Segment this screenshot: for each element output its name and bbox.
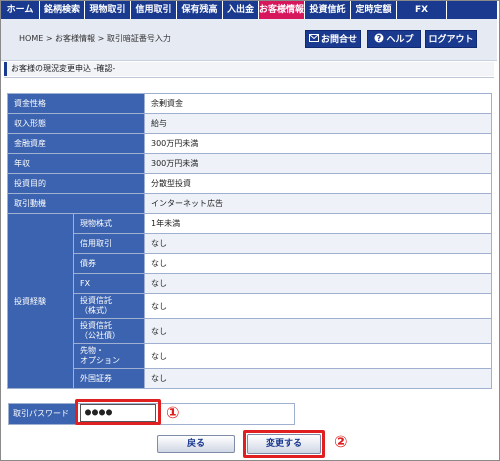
- contact-label: お問合せ: [320, 35, 357, 45]
- nav-item-stock-search[interactable]: 銘柄検索: [40, 1, 85, 19]
- table-row: 投資目的 分散型投資: [7, 173, 492, 194]
- section-divider: [4, 77, 494, 78]
- row-value: 300万円未満: [144, 133, 492, 154]
- experience-item-value: なし: [144, 273, 492, 294]
- row-label: 年収: [7, 153, 145, 174]
- contact-button[interactable]: お問合せ: [305, 30, 361, 48]
- table-row: 資金性格 余剰資金: [7, 93, 492, 114]
- table-row: 投資信託 （株式） なし: [8, 293, 492, 319]
- experience-item-label: 債券: [73, 253, 145, 274]
- top-nav: ホーム 銘柄検索 現物取引 信用取引 保有残高 入出金 お客様情報 投資信託 定…: [1, 1, 497, 19]
- step-2-marker: ②: [334, 432, 348, 451]
- row-label: 資金性格: [7, 93, 145, 114]
- step-1-marker: ①: [166, 403, 180, 422]
- table-row: 取引動機 インターネット広告: [7, 193, 492, 214]
- experience-item-value: なし: [144, 293, 492, 319]
- experience-item-value: なし: [144, 368, 492, 389]
- table-row: 投資経験 現物株式 1年未満: [7, 213, 492, 389]
- password-highlight: [75, 399, 161, 425]
- row-label: 取引動機: [7, 193, 145, 214]
- customer-info-table: 資金性格 余剰資金 収入形態 給与 金融資産 300万円未満 年収 300万円未…: [7, 93, 492, 389]
- help-icon: ?: [374, 33, 384, 43]
- experience-label: 投資経験: [7, 213, 74, 389]
- trade-password-label: 取引パスワード: [9, 404, 75, 424]
- nav-item-holdings[interactable]: 保有残高: [177, 1, 223, 19]
- experience-item-label: 外国証券: [73, 368, 145, 389]
- table-row: 投資信託 （公社債） なし: [8, 318, 492, 344]
- row-value: 余剰資金: [144, 93, 492, 114]
- row-value: 給与: [144, 113, 492, 134]
- breadcrumb: HOME > お客様情報 > 取引暗証番号入力: [19, 34, 171, 43]
- table-row: 収入形態 給与: [7, 113, 492, 134]
- experience-item-value: なし: [144, 343, 492, 369]
- submit-highlight: [243, 430, 325, 458]
- row-value: 分散型投資: [144, 173, 492, 194]
- experience-item-label: 信用取引: [73, 233, 145, 254]
- row-value: インターネット広告: [144, 193, 492, 214]
- row-label: 金融資産: [7, 133, 145, 154]
- row-value: 300万円未満: [144, 153, 492, 174]
- svg-text:?: ?: [377, 34, 382, 43]
- back-button[interactable]: 戻る: [157, 435, 235, 453]
- experience-item-value: なし: [144, 253, 492, 274]
- help-label: ヘルプ: [386, 35, 414, 45]
- nav-item-spot-trading[interactable]: 現物取引: [85, 1, 131, 19]
- row-label: 収入形態: [7, 113, 145, 134]
- row-label: 投資目的: [7, 173, 145, 194]
- nav-item-fixed-amount[interactable]: 定時定額: [351, 1, 397, 19]
- table-row: 年収 300万円未満: [7, 153, 492, 174]
- experience-item-value: なし: [144, 318, 492, 344]
- experience-item-value: なし: [144, 233, 492, 254]
- mail-icon: [308, 34, 319, 42]
- experience-item-value: 1年未満: [144, 213, 492, 234]
- header-bar: HOME > お客様情報 > 取引暗証番号入力 お問合せ ? ヘルプ ログアウト: [1, 19, 497, 61]
- table-row: 信用取引 なし: [8, 233, 492, 254]
- experience-item-label: 現物株式: [73, 213, 145, 234]
- nav-item-customer-info[interactable]: お客様情報: [259, 1, 305, 19]
- experience-item-label: 先物・ オプション: [73, 343, 145, 369]
- section-title: お客様の現況変更申込 -確認-: [4, 62, 494, 76]
- table-row: 金融資産 300万円未満: [7, 133, 492, 154]
- experience-item-label: FX: [73, 273, 145, 294]
- nav-item-investment-trust[interactable]: 投資信託: [305, 1, 351, 19]
- nav-item-margin-trading[interactable]: 信用取引: [131, 1, 177, 19]
- nav-item-home[interactable]: ホーム: [1, 1, 40, 19]
- nav-item-deposit[interactable]: 入出金: [223, 1, 259, 19]
- logout-button[interactable]: ログアウト: [425, 30, 477, 48]
- experience-item-label: 投資信託 （株式）: [73, 293, 145, 319]
- table-row: 外国証券 なし: [8, 368, 492, 389]
- nav-item-fx[interactable]: FX: [397, 1, 447, 19]
- experience-item-label: 投資信託 （公社債）: [73, 318, 145, 344]
- table-row: 債券 なし: [8, 253, 492, 274]
- table-row: FX なし: [8, 273, 492, 294]
- help-button[interactable]: ? ヘルプ: [367, 30, 421, 48]
- table-row: 先物・ オプション なし: [8, 343, 492, 369]
